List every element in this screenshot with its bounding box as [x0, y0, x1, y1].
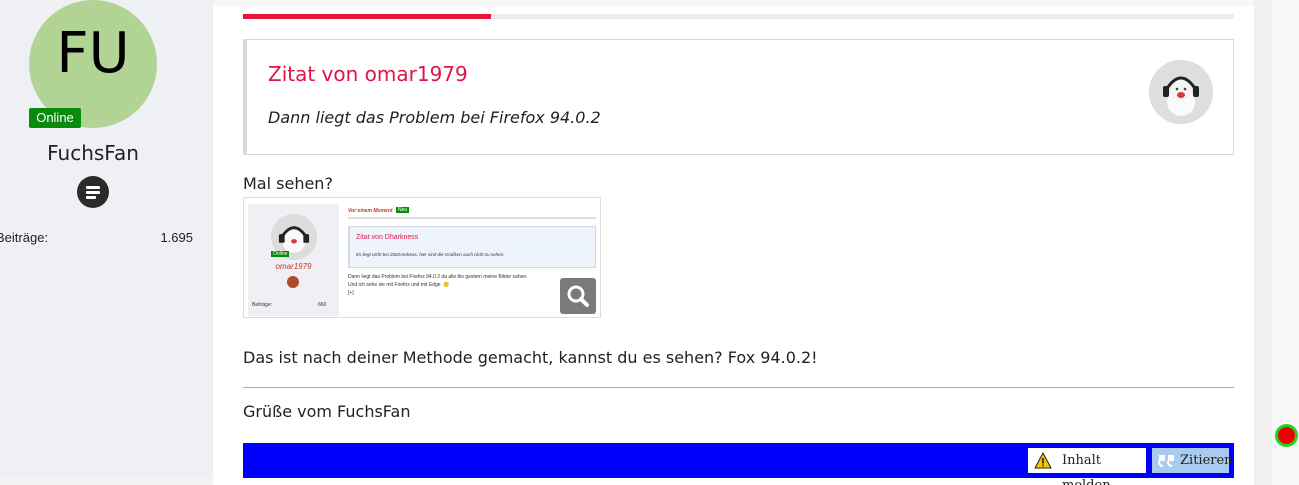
thumb-stat-label: Beiträge:	[252, 302, 273, 308]
author-sidebar: FU Online FuchsFan Beiträge: 1.695	[0, 0, 213, 478]
thumb-quote-title: Zitat von Dharkness	[356, 234, 419, 241]
kitten-headphones-image	[1149, 60, 1213, 124]
signature-divider	[243, 387, 1234, 388]
post-text-line: Mal sehen?	[243, 174, 333, 193]
posts-count-value: 1.695	[160, 230, 193, 245]
quote-button[interactable]: Zitieren	[1152, 448, 1233, 473]
reading-progress	[243, 14, 1234, 19]
report-content-button[interactable]: Inhalt melden	[1028, 448, 1146, 485]
report-content-label: Inhalt melden	[1062, 453, 1111, 485]
forum-post-page: FU Online FuchsFan Beiträge: 1.695 Zitat…	[0, 0, 1299, 485]
thumb-time: Vor einem Moment	[348, 208, 393, 214]
thumb-sidebar: Online omar1979 Beiträge: 660	[248, 204, 339, 316]
top-strip	[213, 0, 1254, 6]
thumb-stat-value: 660	[318, 302, 327, 308]
thumb-online-badge: Online	[271, 251, 290, 257]
thumb-username: omar1979	[275, 262, 312, 271]
online-badge: Online	[29, 108, 81, 128]
status-indicator-dot[interactable]	[1275, 424, 1298, 447]
thumb-progress	[348, 217, 596, 219]
post-content: Zitat von omar1979 Dann liegt das Proble…	[213, 0, 1254, 485]
attachment-thumbnail[interactable]: Online omar1979 Beiträge: 660 Vor einem …	[243, 197, 601, 318]
thumb-body-line: [+]	[348, 290, 354, 296]
reading-progress-fill	[243, 14, 491, 19]
rank-icon	[77, 176, 109, 208]
quote-block: Zitat von omar1979 Dann liegt das Proble…	[243, 39, 1234, 155]
page-scrollbar[interactable]	[1254, 0, 1272, 485]
thumb-rank-icon	[287, 276, 299, 288]
zoom-button[interactable]	[560, 278, 596, 314]
avatar-initials: FU	[56, 21, 130, 86]
quote-text: Dann liegt das Problem bei Firefox 94.0.…	[268, 108, 601, 127]
post-signature: Grüße vom FuchsFan	[243, 402, 411, 421]
thumb-body-line: Dann liegt das Problem bei Firefox 94.0.…	[348, 274, 528, 280]
quote-icon	[1158, 455, 1174, 467]
scroll-gutter	[1272, 0, 1299, 485]
quoted-user-avatar[interactable]	[1149, 60, 1213, 124]
post-actions-bar: Inhalt melden Zitieren	[243, 443, 1234, 485]
warning-icon	[1034, 452, 1052, 469]
quote-title[interactable]: Zitat von omar1979	[268, 62, 468, 86]
author-username[interactable]: FuchsFan	[0, 141, 186, 165]
search-icon	[567, 285, 589, 307]
thumb-quote: Zitat von Dharkness Es liegt nicht bei 2…	[348, 226, 596, 268]
post-text-line: Das ist nach deiner Methode gemacht, kan…	[243, 348, 818, 367]
thumb-quote-text: Es liegt nicht bei 2002Andreas, hier sin…	[356, 252, 505, 257]
thumb-body-line: Und ich sehe sie mit Firefox und mit Edg…	[348, 282, 450, 288]
thumb-new-badge: Neu	[396, 207, 410, 213]
posts-count-label: Beiträge:	[0, 230, 49, 245]
quote-label: Zitieren	[1180, 453, 1233, 468]
